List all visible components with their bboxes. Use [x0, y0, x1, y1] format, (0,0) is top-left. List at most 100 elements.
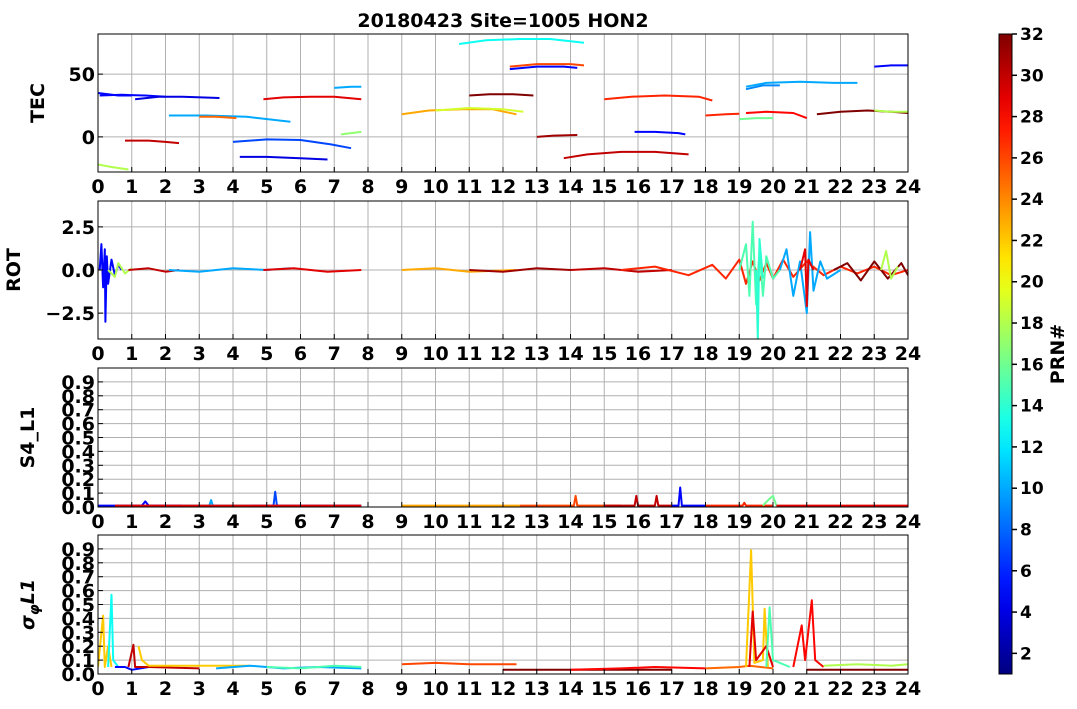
y-tick-label: 0.0 [61, 260, 95, 282]
series-line-prn-4 [134, 95, 220, 101]
x-tick-label: 19 [726, 511, 752, 533]
x-tick-label: 11 [456, 511, 482, 533]
x-tick-label: 21 [794, 678, 820, 700]
series-line-prn-5 [509, 65, 578, 71]
x-tick-label: 18 [692, 176, 718, 198]
x-tick-label: 5 [260, 343, 273, 365]
x-tick-label: 13 [524, 511, 550, 533]
x-tick-label: 20 [760, 176, 786, 198]
x-tick-label: 3 [193, 678, 206, 700]
colorbar-tick-label: 4 [1020, 603, 1032, 623]
x-tick-label: 22 [827, 176, 853, 198]
x-tick-label: 13 [524, 343, 550, 365]
x-tick-label: 16 [625, 511, 651, 533]
x-tick-label: 2 [159, 678, 172, 700]
x-tick-label: 7 [328, 678, 341, 700]
x-tick-label: 17 [659, 176, 685, 198]
y-axis-label: S4_L1 [17, 407, 39, 469]
x-tick-label: 2 [159, 176, 172, 198]
x-tick-label: 5 [260, 678, 273, 700]
x-tick-label: 23 [861, 343, 887, 365]
x-tick-label: 13 [524, 176, 550, 198]
x-tick-label: 4 [226, 511, 239, 533]
x-tick-label: 6 [294, 678, 307, 700]
x-tick-label: 2 [159, 343, 172, 365]
grid [97, 368, 909, 508]
x-tick-label: 8 [361, 343, 374, 365]
colorbar-tick-label: 6 [1020, 562, 1032, 582]
series-line-prn-29 [263, 267, 362, 273]
series-line-prn-5 [874, 64, 908, 68]
x-tick-label: 20 [760, 511, 786, 533]
x-tick-label: 6 [294, 343, 307, 365]
x-tick-label: 3 [193, 511, 206, 533]
x-tick-label: 5 [260, 511, 273, 533]
series-line-prn-5 [98, 243, 123, 323]
x-tick-label: 7 [328, 343, 341, 365]
series-line-prn-10 [334, 85, 362, 89]
series-line-prn-28 [792, 599, 825, 668]
x-tick-label: 16 [625, 176, 651, 198]
x-tick-label: 22 [827, 343, 853, 365]
x-tick-label: 10 [422, 343, 448, 365]
x-tick-label: 17 [659, 511, 685, 533]
x-tick-label: 24 [895, 176, 921, 198]
colorbar-tick-label: 16 [1020, 355, 1044, 375]
x-tick-label: 17 [659, 343, 685, 365]
series-line-prn-18 [98, 163, 129, 171]
x-tick-label: 14 [557, 343, 583, 365]
series-line-prn-7 [232, 138, 352, 150]
x-tick-label: 18 [692, 343, 718, 365]
x-tick-label: 23 [861, 176, 887, 198]
x-tick-label: 12 [490, 343, 516, 365]
colorbar-tick-label: 26 [1020, 149, 1044, 169]
x-tick-label: 11 [456, 176, 482, 198]
panel-1: 0500 1 2 3 4 5 6 7 8 9 10 11 12 13 14 15 16 17 18 19 20 21 22 2… [27, 33, 921, 198]
y-axis-label: σφL1 [17, 579, 43, 630]
y-tick-label: 2.5 [61, 217, 95, 239]
x-tick-label: 14 [557, 176, 583, 198]
colorbar-tick-label: 28 [1020, 108, 1044, 128]
series-line-prn-31 [469, 267, 571, 273]
x-tick-label: 11 [456, 678, 482, 700]
colorbar-tick-label: 8 [1020, 520, 1032, 540]
y-tick-label: 0.9 [61, 539, 95, 561]
x-tick-label: 2 [159, 511, 172, 533]
series-line-prn-18 [874, 109, 908, 113]
colorbar-tick-label: 22 [1020, 231, 1044, 251]
x-tick-label: 9 [395, 343, 408, 365]
x-tick-label: 4 [226, 176, 239, 198]
series-line-prn-25 [705, 664, 774, 670]
x-tick-label: 24 [895, 678, 921, 700]
series-line-prn-13 [458, 38, 585, 45]
x-tick-label: 3 [193, 343, 206, 365]
y-tick-label: 0.9 [61, 372, 95, 394]
x-tick-label: 4 [226, 678, 239, 700]
grid [97, 535, 909, 675]
x-tick-label: 21 [794, 511, 820, 533]
x-tick-label: 15 [591, 176, 617, 198]
panel-4: 0.00.10.20.30.40.50.60.70.80.90 1 2 3 4 5 6 7 8 9… [17, 534, 921, 700]
x-tick-label: 1 [125, 678, 138, 700]
x-tick-label: 22 [827, 678, 853, 700]
panel-2: −2.50.02.50 1 2 3 4 5 6 7 8 9 10 11 12 13 14 15 16 17 18 19… [3, 200, 921, 365]
series-line-prn-32 [833, 260, 908, 282]
x-tick-label: 7 [328, 511, 341, 533]
series-line-prn-27 [705, 112, 740, 117]
series-line-prn-17 [340, 130, 362, 136]
chart-title: 20180423 Site=1005 HON2 [357, 10, 648, 32]
x-tick-label: 1 [125, 511, 138, 533]
x-tick-label: 24 [895, 511, 921, 533]
x-tick-label: 3 [193, 176, 206, 198]
series-line-prn-30 [563, 150, 689, 160]
x-tick-label: 15 [591, 343, 617, 365]
x-tick-label: 8 [361, 511, 374, 533]
series-line-prn-5 [671, 486, 706, 507]
colorbar-tick-label: 10 [1020, 479, 1044, 499]
x-tick-label: 23 [861, 678, 887, 700]
colorbar-tick-label: 32 [1020, 25, 1044, 45]
x-tick-label: 7 [328, 176, 341, 198]
colorbar-tick-label: 24 [1020, 190, 1044, 210]
x-tick-label: 24 [895, 343, 921, 365]
x-tick-label: 12 [490, 678, 516, 700]
